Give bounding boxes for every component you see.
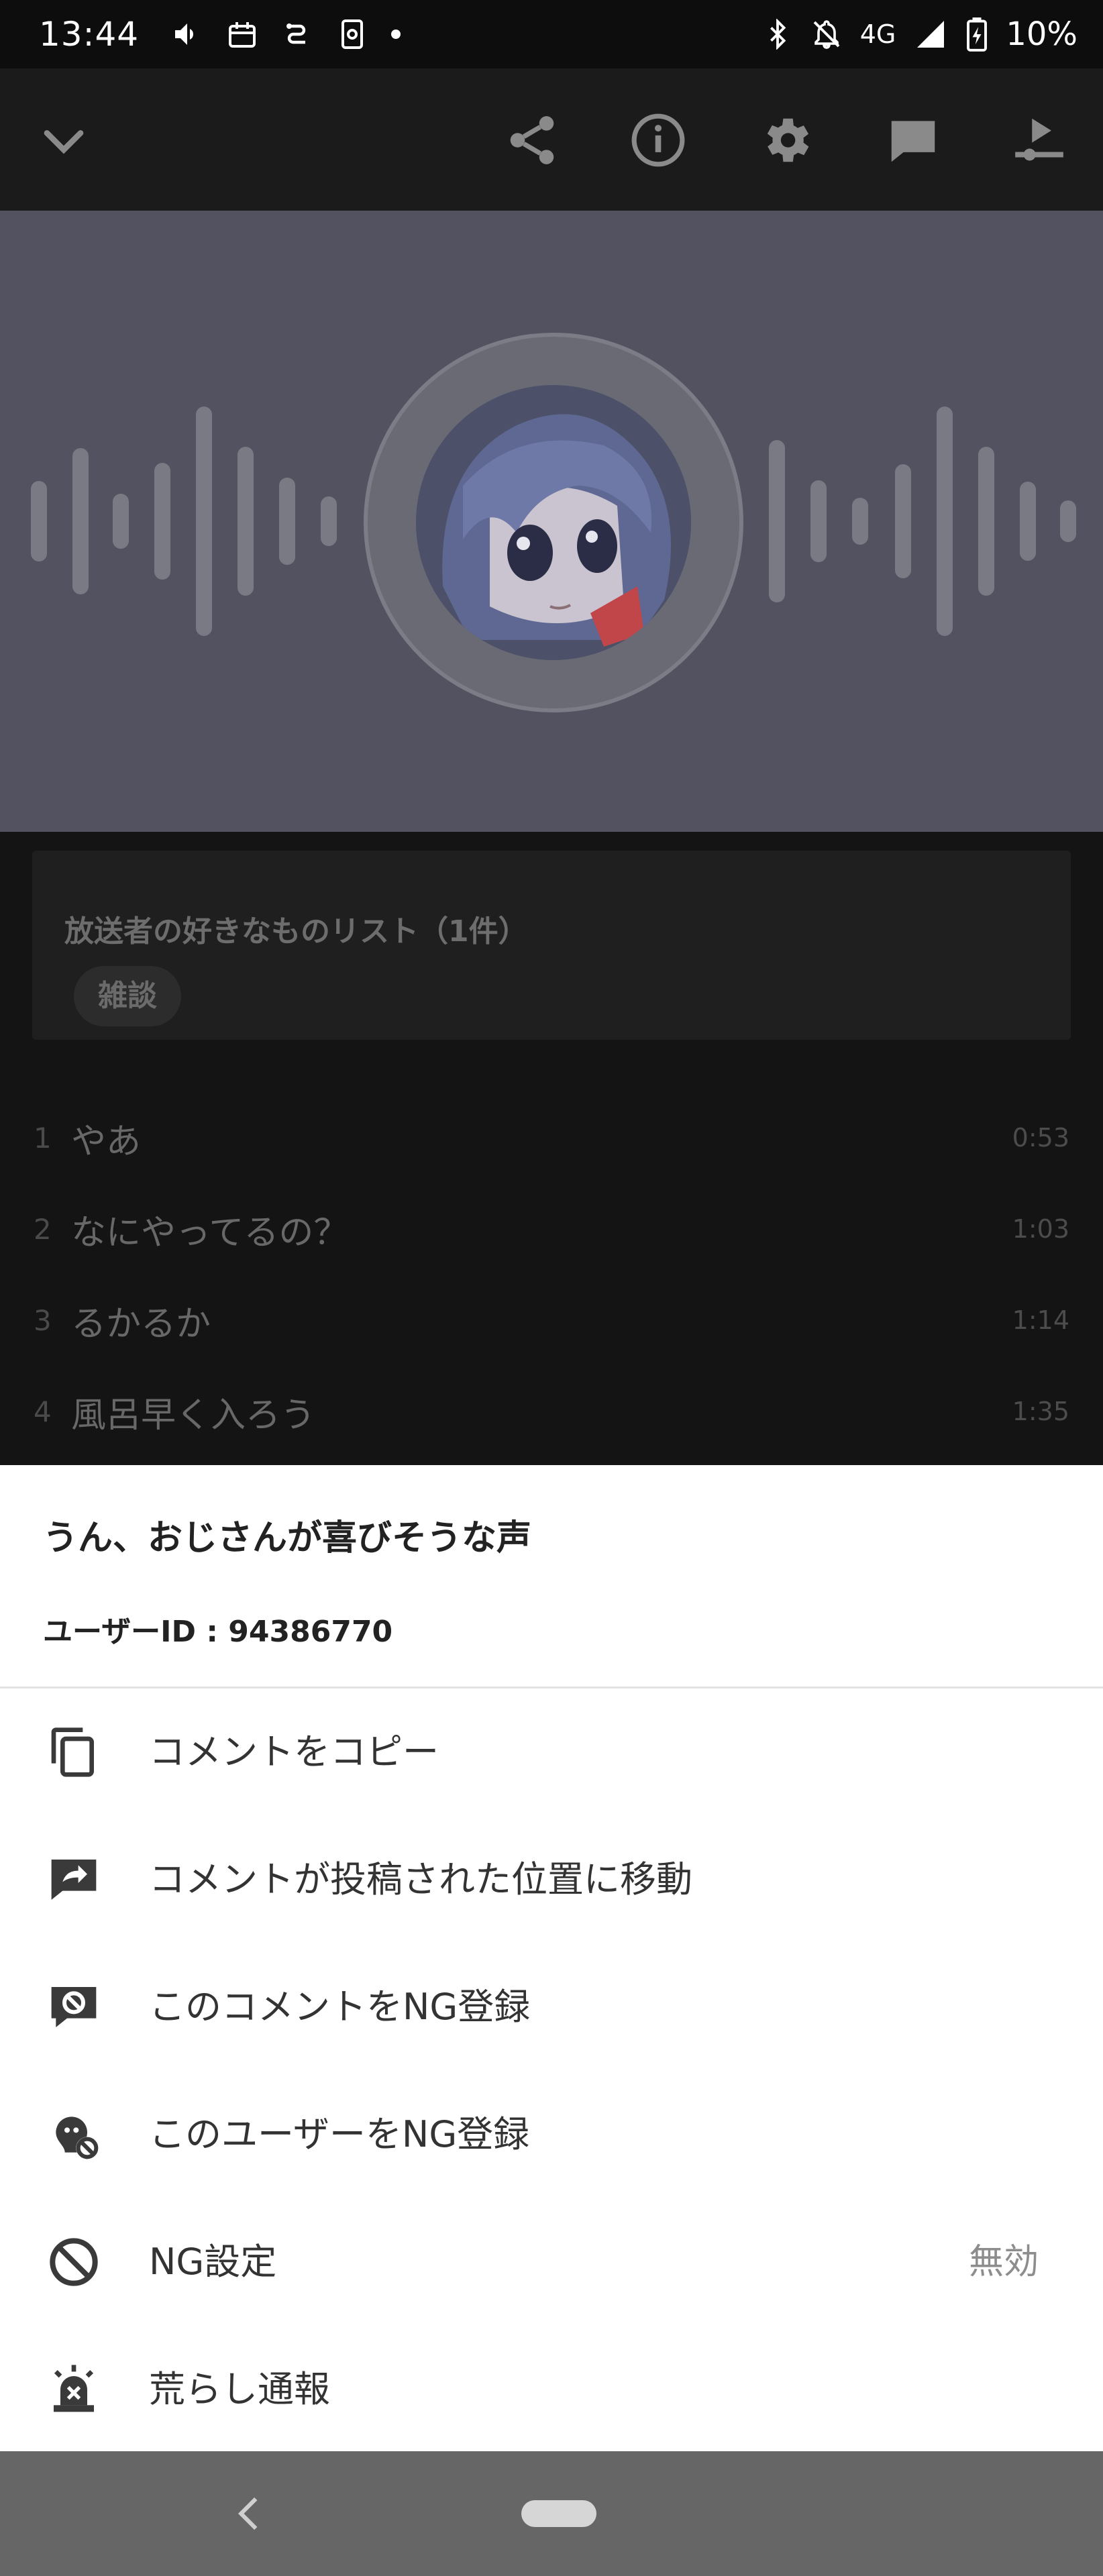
collapse-chevron-icon[interactable] [35, 111, 93, 169]
track-title: やあ [71, 1121, 142, 1162]
broadcaster-avatar [416, 385, 691, 660]
menu-ng-user[interactable]: このユーザーをNG登録 [0, 2071, 1103, 2198]
track-row[interactable]: 1 やあ 0:53 [0, 1092, 1103, 1183]
notifications-off-icon [813, 20, 840, 49]
wave-bar [154, 463, 170, 580]
settings-icon[interactable] [757, 111, 815, 169]
menu-label: コメントをコピー [149, 1731, 439, 1773]
more-notifications-dot [391, 30, 401, 39]
volume-icon [175, 23, 194, 45]
network-type: 4G [859, 19, 896, 49]
app-bar [0, 68, 1103, 211]
track-title: なにやってるの？ [71, 1212, 349, 1253]
wave-bar [321, 496, 337, 546]
playlist-section: 放送者の好きなものリスト（1件） 雑談 1 やあ 0:53 2 なにやってるの？… [0, 832, 1103, 1465]
favorites-title: 放送者の好きなものリスト（1件） [64, 914, 528, 949]
favorites-card[interactable]: 放送者の好きなものリスト（1件） 雑談 [32, 851, 1071, 1040]
status-time: 13:44 [39, 15, 140, 54]
wave-bar [1060, 500, 1076, 542]
comment-user-id: ユーザーID : 94386770 [43, 1615, 393, 1649]
track-duration: 0:53 [1012, 1123, 1069, 1152]
wave-bar [937, 407, 953, 636]
copy-icon [51, 1727, 94, 1777]
app-notification-icon [286, 23, 306, 44]
wave-bar [72, 448, 89, 594]
menu-label: NG設定 [149, 2241, 277, 2283]
device-icon [342, 19, 364, 49]
track-row[interactable]: 3 るかるか 1:14 [0, 1275, 1103, 1366]
track-number: 3 [34, 1303, 52, 1337]
battery-percent: 10% [1006, 15, 1078, 53]
menu-label: コメントが投稿された位置に移動 [149, 1858, 692, 1900]
track-row[interactable]: 4 風呂早く入ろう 1:35 [0, 1366, 1103, 1457]
menu-label: このユーザーをNG登録 [149, 2113, 530, 2155]
alarm-report-icon [54, 2365, 94, 2412]
avatar-ring [364, 333, 743, 712]
wave-bar [978, 447, 994, 596]
wave-bar [238, 447, 254, 596]
wave-bar [31, 481, 47, 561]
menu-label: 荒らし通報 [149, 2368, 330, 2410]
comment-text: うん、おじさんが喜びそうな声 [43, 1518, 532, 1558]
wave-bar [769, 440, 785, 602]
wave-bar [810, 480, 827, 562]
track-title: るかるか [71, 1303, 211, 1344]
wave-bar [196, 407, 212, 636]
menu-ng-settings[interactable]: NG設定 無効 [0, 2198, 1103, 2326]
back-icon[interactable] [228, 2491, 272, 2536]
audio-player [0, 211, 1103, 832]
battery-charging-icon [967, 17, 988, 52]
track-duration: 1:14 [1012, 1305, 1069, 1335]
status-system-icons: 4G 10% [762, 15, 1078, 53]
track-title: 風呂早く入ろう [71, 1395, 316, 1436]
navigation-bar [0, 2451, 1103, 2576]
status-notification-icons [171, 18, 401, 50]
signal-icon [917, 21, 945, 48]
wave-bar [113, 494, 129, 549]
menu-jump-to-comment[interactable]: コメントが投稿された位置に移動 [0, 1816, 1103, 1943]
comment-action-sheet: うん、おじさんが喜びそうな声 ユーザーID : 94386770 コメントをコピ… [0, 1465, 1103, 2451]
comment-jump-icon [51, 1860, 97, 1900]
user-block-icon [56, 2116, 99, 2159]
track-row[interactable]: 2 なにやってるの？ 1:03 [0, 1183, 1103, 1275]
wave-bar [1020, 482, 1036, 561]
status-bar: 13:44 4G 10% [0, 0, 1103, 68]
track-number: 1 [34, 1121, 52, 1155]
home-pill[interactable] [521, 2500, 596, 2527]
playlist-play-icon[interactable] [1010, 111, 1068, 169]
share-icon[interactable] [503, 111, 561, 169]
comment-block-icon [51, 1987, 97, 2027]
menu-report-troll[interactable]: 荒らし通報 [0, 2326, 1103, 2453]
calendar-icon [229, 22, 256, 48]
tag-chip[interactable]: 雑談 [74, 966, 181, 1026]
menu-ng-comment[interactable]: このコメントをNG登録 [0, 1943, 1103, 2071]
track-number: 4 [34, 1395, 52, 1428]
ng-status-value: 無効 [968, 2242, 1039, 2282]
wave-bar [895, 464, 911, 578]
menu-copy-comment[interactable]: コメントをコピー [0, 1688, 1103, 1816]
wave-bar [279, 478, 295, 565]
block-icon [50, 2238, 98, 2286]
track-number: 2 [34, 1212, 52, 1246]
track-duration: 1:03 [1012, 1214, 1069, 1244]
screen: 13:44 4G 10% 放送者の好きなものリスト（1件） 雑談 1 やあ 0:… [0, 0, 1103, 2576]
wave-bar [852, 498, 868, 545]
info-icon[interactable] [629, 111, 687, 169]
bluetooth-icon [770, 19, 786, 50]
menu-label: このコメントをNG登録 [149, 1986, 531, 2028]
anime-character-image [416, 385, 691, 660]
comment-icon[interactable] [884, 111, 942, 169]
track-duration: 1:35 [1012, 1397, 1069, 1426]
